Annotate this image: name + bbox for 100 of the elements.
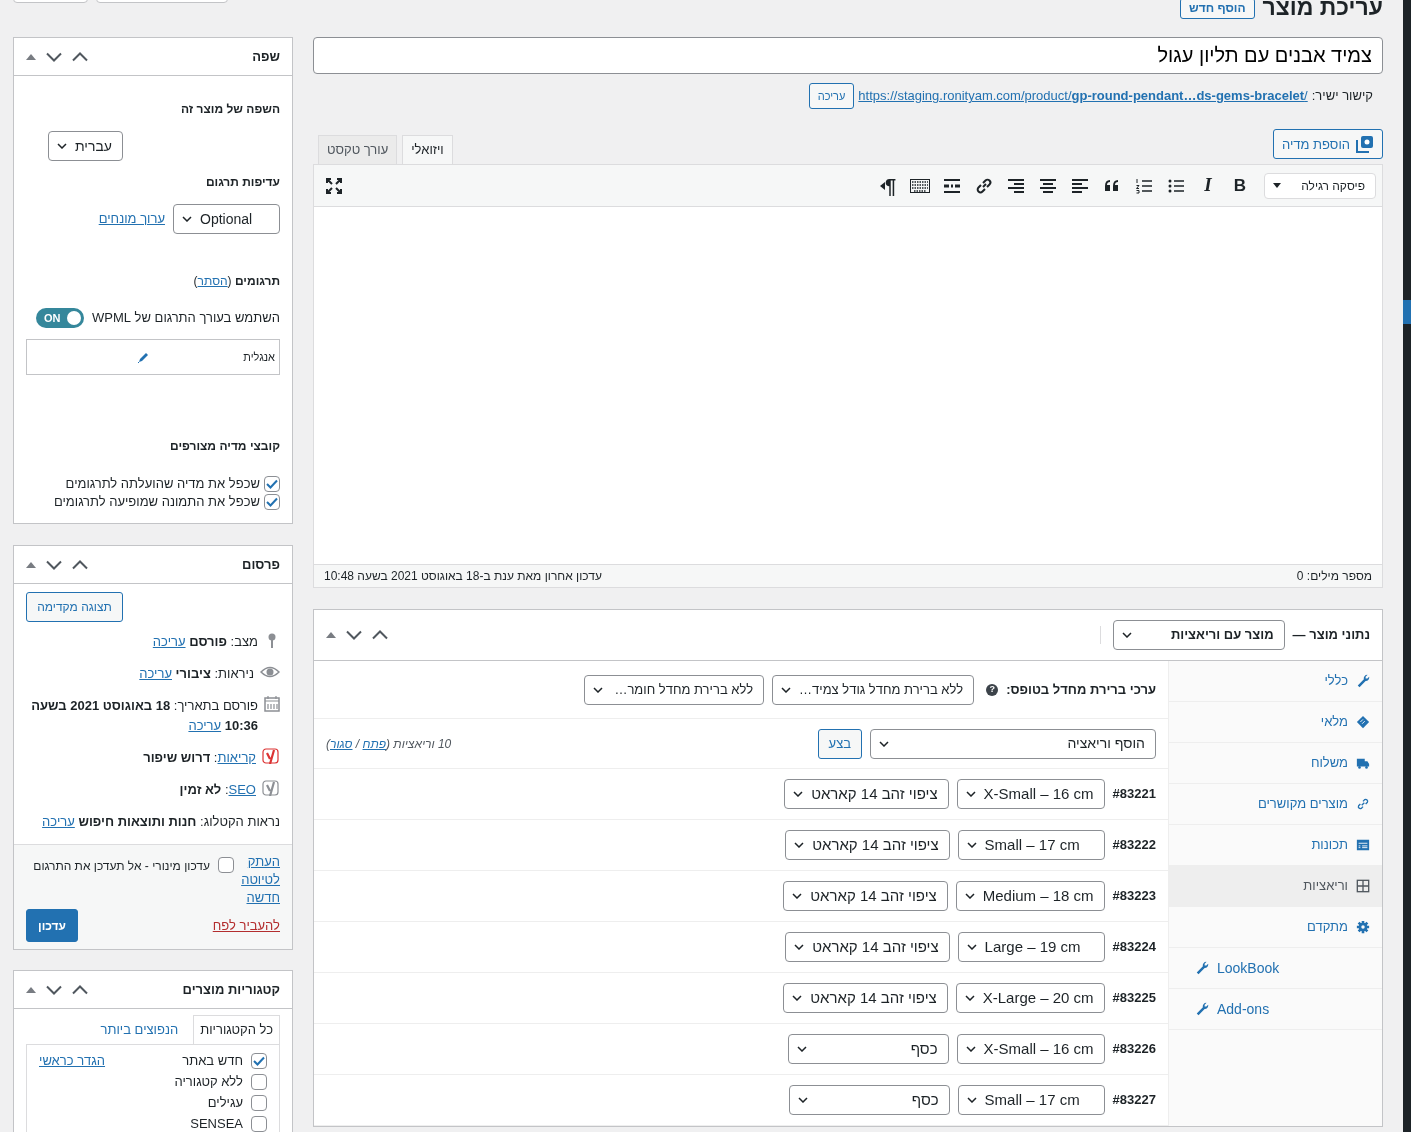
material-dropdown[interactable]: ציפוי זהב 14 קאראט: [785, 830, 950, 860]
checkbox[interactable]: [251, 1095, 267, 1111]
move-down-button[interactable]: [46, 984, 62, 995]
update-button[interactable]: עדכון: [26, 909, 78, 942]
edit-terms-link[interactable]: ערוך מונחים: [98, 209, 165, 229]
size-dropdown[interactable]: Large – 19 cm: [957, 932, 1105, 962]
box-title: קטגוריות מוצרים: [182, 980, 280, 999]
product-data-tab[interactable]: וריאציות: [1169, 866, 1382, 907]
edit-permalink-button[interactable]: עריכה: [808, 83, 855, 109]
default-value-dropdown[interactable]: ללא ברירת מחדל חומר…: [584, 674, 765, 705]
material-dropdown[interactable]: ציפוי זהב 14 קאראט: [784, 779, 949, 809]
checkbox-label: שכפל את מדיה שהועלתה לתרגומים: [65, 475, 260, 494]
priority-dropdown[interactable]: Optional: [173, 204, 280, 234]
move-to-trash-link[interactable]: להעביר לפח: [212, 915, 280, 936]
bold-button[interactable]: B: [1226, 171, 1254, 200]
chevron-down-icon: [879, 740, 889, 747]
product-data-tab[interactable]: משלוח: [1169, 743, 1382, 784]
make-primary-link[interactable]: הגדר כראשי: [39, 1051, 106, 1071]
add-variation-dropdown[interactable]: הוסף וריאציה: [870, 728, 1156, 759]
paragraph-format-dropdown[interactable]: פיסקה רגילה: [1264, 172, 1376, 199]
checkbox[interactable]: [251, 1074, 267, 1090]
material-dropdown[interactable]: ציפוי זהב 14 קאראט: [783, 983, 948, 1013]
size-dropdown[interactable]: Medium – 18 cm: [955, 881, 1105, 911]
editor-tab[interactable]: עורך טקסט: [318, 135, 398, 164]
checkbox[interactable]: [218, 857, 234, 873]
direction-button[interactable]: ¶: [874, 171, 902, 200]
add-new-button[interactable]: הוסף חדש: [1180, 0, 1255, 19]
help-icon: ?: [986, 683, 999, 696]
catalog-text: נראות הקטלוג: חנות ותוצאות חיפוש עריכה: [42, 813, 280, 831]
tag-icon: [1356, 715, 1370, 729]
move-up-button[interactable]: [372, 630, 388, 640]
text-link[interactable]: עריכה: [42, 814, 75, 829]
preview-button[interactable]: תצוגה מקדימה: [26, 592, 123, 622]
language-dropdown[interactable]: עברית: [47, 131, 123, 161]
editor-tab[interactable]: ויזואלי: [402, 135, 453, 164]
collapse-toggle-button[interactable]: [26, 52, 36, 61]
collapse-toggle-button[interactable]: [26, 985, 36, 994]
text-link[interactable]: קריאות: [217, 750, 256, 765]
size-dropdown[interactable]: X-Small – 16 cm: [956, 1034, 1105, 1064]
checkbox[interactable]: [251, 1116, 267, 1132]
checkbox[interactable]: [264, 494, 280, 510]
text-link[interactable]: פתח: [362, 736, 386, 751]
add-media-button[interactable]: הוספת מדיה: [1272, 129, 1383, 159]
wpml-toggle[interactable]: ON: [36, 308, 84, 328]
material-dropdown[interactable]: ציפוי זהב 14 קאראט: [785, 932, 950, 962]
variation-id: #83227: [1112, 1091, 1156, 1110]
product-data-tab[interactable]: מלאי: [1169, 702, 1382, 743]
copy-to-draft-link[interactable]: העתק לטיוטה חדשה: [242, 853, 280, 907]
move-up-button[interactable]: [72, 51, 88, 62]
move-down-button[interactable]: [46, 51, 62, 62]
product-data-tab[interactable]: מתקדם: [1169, 907, 1382, 948]
product-type-dropdown[interactable]: מוצר עם וריאציות: [1112, 620, 1285, 650]
move-down-button[interactable]: [46, 559, 62, 570]
chevron-down-icon: [781, 686, 792, 693]
italic-button[interactable]: I: [1194, 171, 1222, 200]
priority-label: עדיפות תרגום: [204, 174, 280, 191]
size-dropdown[interactable]: X-Small – 16 cm: [956, 779, 1105, 809]
category-tab[interactable]: כל הקטגוריות: [193, 1015, 280, 1044]
text-link[interactable]: עריכה: [188, 718, 222, 733]
go-button[interactable]: בצע: [817, 728, 862, 759]
size-dropdown[interactable]: Small – 17 cm: [957, 830, 1105, 860]
product-data-tab[interactable]: LookBook: [1169, 948, 1382, 989]
text-link[interactable]: סגור: [330, 736, 353, 751]
checkmark-icon: [253, 1056, 265, 1066]
box-title: שפה: [252, 47, 280, 66]
size-dropdown[interactable]: X-Large – 20 cm: [955, 983, 1105, 1013]
pencil-icon[interactable]: [137, 350, 150, 364]
material-dropdown[interactable]: כסף: [788, 1085, 950, 1115]
caret-icon: [1273, 183, 1281, 188]
list-card-icon: [1356, 838, 1370, 852]
active-menu-marker: [1403, 300, 1411, 324]
size-dropdown[interactable]: Small – 17 cm: [957, 1085, 1105, 1115]
text-link[interactable]: עריכה: [152, 634, 186, 649]
text-link[interactable]: הסתר: [197, 274, 228, 288]
move-up-button[interactable]: [72, 559, 88, 570]
checkbox-label: עדכון מינורי - אל תעדכן את התרגום: [33, 858, 210, 875]
material-dropdown[interactable]: כסף: [787, 1034, 949, 1064]
permalink-url[interactable]: https://staging.ronityam.com/product/gp-round-pendant…ds-gems-bracelet/: [858, 86, 1308, 106]
collapse-toggle-button[interactable]: [326, 631, 336, 639]
checkbox-label: שכפל את התמונה שמופיעה לתרגומים: [53, 493, 260, 512]
text-link[interactable]: עריכה: [139, 666, 172, 681]
material-dropdown[interactable]: ציפוי זהב 14 קאראט: [783, 881, 948, 911]
collapse-toggle-button[interactable]: [26, 560, 36, 569]
product-data-tab[interactable]: Add-ons: [1169, 989, 1382, 1030]
move-down-button[interactable]: [346, 630, 362, 640]
checkbox[interactable]: [264, 476, 280, 492]
chevron-down-icon: [797, 1097, 808, 1103]
category-label: חדש באתר: [182, 1052, 243, 1071]
product-data-tab[interactable]: מוצרים מקושרים: [1169, 784, 1382, 825]
category-tab[interactable]: הנפוצים ביותר: [93, 1015, 186, 1044]
align-right-icon: [1007, 176, 1025, 195]
product-title-field[interactable]: צמיד אבנים עם תליון עגול: [313, 37, 1383, 74]
product-data-tab[interactable]: כללי: [1169, 661, 1382, 702]
move-up-button[interactable]: [72, 984, 88, 995]
variation-id: #83226: [1112, 1040, 1156, 1059]
chevron-down-icon: [792, 995, 803, 1001]
checkbox[interactable]: [251, 1053, 267, 1069]
default-value-dropdown[interactable]: ללא ברירת מחדל גודל צמיד…: [772, 674, 975, 705]
checkmark-icon: [266, 497, 278, 507]
gear-icon: [1356, 920, 1370, 934]
